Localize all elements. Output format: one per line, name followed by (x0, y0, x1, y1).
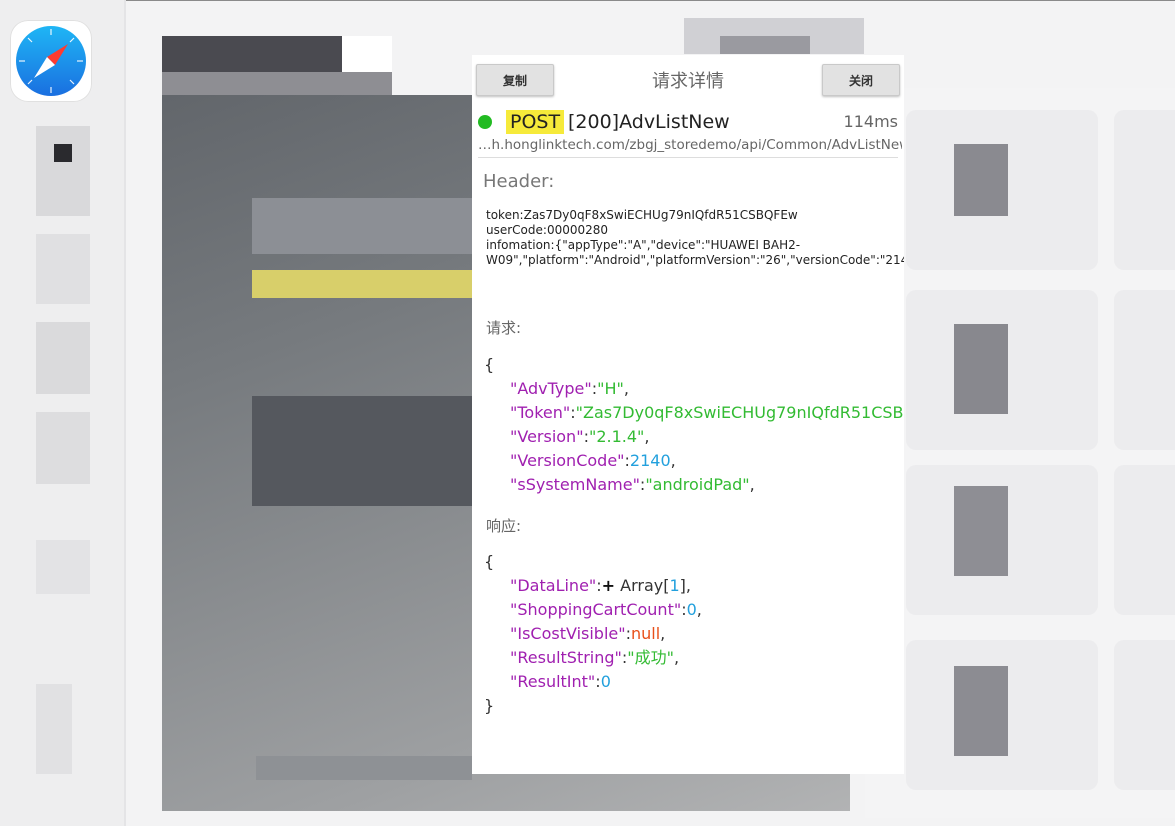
json-comma: , (660, 624, 666, 643)
safari-app-icon[interactable] (10, 20, 92, 102)
blurred-photo-highlight (252, 270, 472, 298)
json-brace: } (484, 696, 495, 715)
json-key: "DataLine" (510, 576, 597, 595)
json-value: 0 (686, 600, 697, 619)
request-url: …h.honglinktech.com/zbgj_storedemo/api/C… (478, 137, 902, 153)
safari-compass-icon (16, 26, 86, 96)
json-row: "ResultInt":0 (510, 672, 611, 691)
blurred-rail-item (36, 234, 90, 304)
request-name: [200]AdvListNew (568, 111, 730, 133)
json-row: "AdvType":"H", (510, 379, 629, 398)
json-key: "sSystemName" (510, 475, 640, 494)
json-key: "AdvType" (510, 379, 592, 398)
blurred-rail-item (36, 126, 90, 216)
json-key: "IsCostVisible" (510, 624, 626, 643)
expand-toggle-icon[interactable]: + (602, 576, 615, 595)
json-key: "ShoppingCartCount" (510, 600, 682, 619)
json-value: "Zas7Dy0qF8xSwiECHUg79nIQfdR51CSBQ (575, 403, 904, 422)
json-value: 2140 (629, 451, 671, 470)
blurred-rail-item (36, 322, 90, 394)
top-border (0, 0, 1175, 1)
content-tile[interactable] (1114, 290, 1175, 450)
json-comma: , (696, 600, 702, 619)
request-detail-panel: 复制 请求详情 关闭 POST [200]AdvListNew 114ms …h… (472, 55, 904, 774)
method-badge: POST (506, 110, 565, 134)
json-row: "Token":"Zas7Dy0qF8xSwiECHUg79nIQfdR51CS… (484, 401, 904, 425)
content-tile[interactable] (1114, 640, 1175, 790)
json-key: "ResultInt" (510, 672, 596, 691)
json-key: "Version" (510, 427, 584, 446)
blurred-header-text (162, 36, 342, 72)
blurred-tile-content (954, 486, 1008, 576)
header-section-label: Header: (483, 171, 555, 192)
json-brace: { (484, 355, 495, 374)
header-line: infomation:{"appType":"A","device":"HUAW… (486, 238, 904, 267)
json-key: "ResultString" (510, 648, 622, 667)
blurred-photo-text (256, 756, 472, 780)
json-key: "Token" (510, 403, 571, 422)
json-array-prefix: Array[ (615, 576, 670, 595)
header-line: token:Zas7Dy0qF8xSwiECHUg79nIQfdR51CSBQF… (486, 208, 798, 222)
request-summary: POST [200]AdvListNew 114ms (478, 110, 898, 134)
json-row: "ResultString":"成功", (510, 648, 680, 667)
json-value: "H" (597, 379, 624, 398)
blurred-rail-item (36, 412, 90, 484)
json-comma: , (670, 451, 676, 470)
json-key: "VersionCode" (510, 451, 625, 470)
blurred-rail-item (36, 540, 90, 594)
left-rail-divider (124, 0, 126, 826)
json-comma: , (685, 576, 692, 595)
response-json: { "DataLine":+ Array[1], "ShoppingCartCo… (484, 550, 904, 718)
status-dot-icon (478, 115, 492, 129)
blurred-rail-item (54, 144, 72, 162)
divider (478, 157, 898, 158)
blurred-photo-text (252, 198, 472, 254)
blurred-tile-content (954, 666, 1008, 756)
json-row: "VersionCode":2140, (510, 451, 676, 470)
blurred-photo-text (252, 396, 472, 506)
json-value: 0 (600, 672, 611, 691)
json-row: "DataLine":+ Array[1], (510, 576, 692, 595)
json-row: "Version":"2.1.4", (510, 427, 650, 446)
json-value: 1 (669, 576, 680, 595)
blurred-rail-item (36, 684, 72, 774)
header-line: userCode:00000280 (486, 223, 609, 237)
json-value: null (631, 624, 661, 643)
json-row: "sSystemName":"androidPad", (510, 475, 755, 494)
json-row: "ShoppingCartCount":0, (510, 600, 702, 619)
response-section-label: 响应: (486, 517, 522, 535)
json-comma: , (674, 648, 680, 667)
content-tile[interactable] (1114, 465, 1175, 615)
request-section-label: 请求: (486, 319, 522, 337)
close-button[interactable]: 关闭 (822, 64, 900, 96)
json-row: "IsCostVisible":null, (510, 624, 666, 643)
request-json: { "AdvType":"H", "Token":"Zas7Dy0qF8xSwi… (484, 353, 904, 497)
json-value: "成功" (627, 648, 675, 667)
header-list: token:Zas7Dy0qF8xSwiECHUg79nIQfdR51CSBQF… (486, 208, 904, 268)
blurred-tile-content (954, 144, 1008, 216)
json-comma: , (644, 427, 650, 446)
blurred-top-right (720, 36, 810, 54)
blurred-tile-content (954, 324, 1008, 414)
request-duration: 114ms (843, 112, 898, 131)
json-value: "androidPad" (645, 475, 750, 494)
json-value: "2.1.4" (588, 427, 645, 446)
json-brace: { (484, 552, 495, 571)
content-tile[interactable] (1114, 110, 1175, 270)
json-comma: , (749, 475, 755, 494)
json-comma: , (623, 379, 629, 398)
